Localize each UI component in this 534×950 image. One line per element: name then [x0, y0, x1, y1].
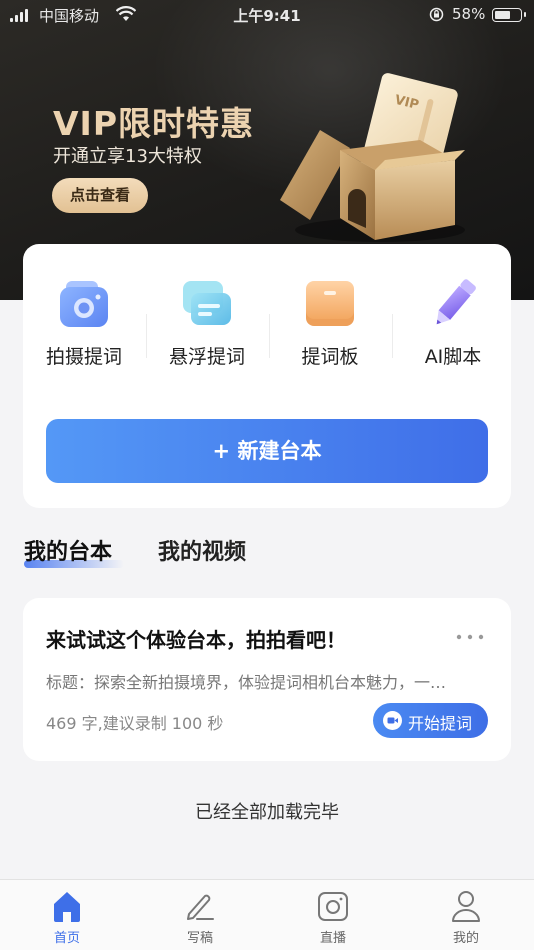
new-script-button[interactable]: + 新建台本 [46, 419, 488, 483]
script-card[interactable]: 来试试这个体验台本，拍拍看吧！ 标题：探索全新拍摄境界，体验提词相机台本魅力，一… [23, 598, 511, 761]
script-meta: 469 字,建议录制 100 秒 [46, 714, 224, 733]
profile-icon [452, 891, 480, 922]
video-camera-icon [383, 711, 402, 730]
camera-icon [60, 281, 108, 327]
pencil-icon [436, 279, 476, 325]
tool-label: AI脚本 [424, 346, 482, 368]
tool-prompt-board[interactable]: 提词板 [269, 278, 391, 369]
tool-ai-script[interactable]: AI脚本 [392, 278, 514, 369]
vip-title: VIP限时特惠 [53, 104, 255, 143]
live-camera-icon [318, 892, 348, 921]
tab-label: 我的视频 [158, 540, 247, 565]
write-pen-icon [187, 894, 214, 920]
nav-live[interactable]: 直播 [293, 888, 373, 946]
rotation-lock-icon [429, 7, 444, 22]
tool-label: 拍摄提词 [45, 346, 122, 368]
vip-view-button[interactable]: 点击查看 [52, 178, 148, 213]
tab-my-videos[interactable]: 我的视频 [158, 534, 246, 566]
nav-label: 我的 [452, 931, 479, 946]
bottom-nav: 首页 写稿 直播 我的 [0, 879, 534, 950]
nav-profile[interactable]: 我的 [426, 888, 506, 946]
home-icon [54, 892, 80, 922]
end-of-list-message: 已经全部加载完毕 [195, 802, 339, 823]
status-bar: 中国移动 上午9:41 58% [0, 0, 534, 30]
floating-window-icon [183, 281, 231, 325]
tool-camera-prompter[interactable]: 拍摄提词 [23, 278, 145, 369]
battery-icon [492, 8, 526, 22]
tool-label: 提词板 [301, 346, 359, 368]
tool-floating-prompter[interactable]: 悬浮提词 [146, 278, 268, 369]
more-options-icon[interactable] [455, 632, 485, 642]
tool-label: 悬浮提词 [168, 346, 245, 368]
gift-box-illustration: VIP [280, 73, 465, 242]
board-icon [306, 281, 354, 326]
start-prompter-button[interactable]: 开始提词 [373, 703, 488, 738]
tools-card: 拍摄提词 悬浮提词 提词板 AI脚本 + 新建台本 [23, 244, 511, 508]
nav-home[interactable]: 首页 [27, 888, 107, 946]
tab-my-scripts[interactable]: 我的台本 [24, 534, 124, 568]
battery-percent: 58% [452, 5, 486, 23]
script-title: 来试试这个体验台本，拍拍看吧！ [46, 628, 346, 652]
tab-label: 我的台本 [24, 540, 113, 565]
script-description: 标题：探索全新拍摄境界，体验提词相机台本魅力，一… [46, 673, 447, 692]
nav-write[interactable]: 写稿 [160, 888, 240, 946]
vip-subtitle: 开通立享13大特权 [53, 146, 202, 167]
nav-label: 写稿 [186, 931, 213, 946]
nav-label: 首页 [53, 931, 80, 946]
start-button-label: 开始提词 [408, 714, 473, 733]
nav-label: 直播 [319, 931, 346, 946]
